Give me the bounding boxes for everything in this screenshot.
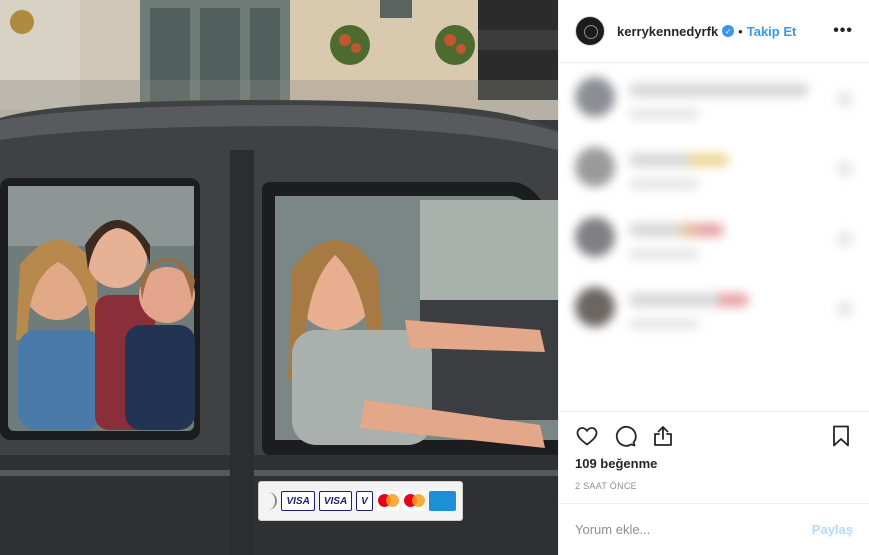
- comment-like-icon: [837, 91, 853, 107]
- more-options-icon[interactable]: •••: [833, 22, 853, 40]
- comment-like-icon: [837, 301, 853, 317]
- maestro-logo: [402, 491, 425, 511]
- visa-electron-card-logo: VISA: [318, 491, 353, 511]
- v-pay-card-logo: V: [356, 491, 373, 511]
- bookmark-icon[interactable]: [829, 424, 853, 448]
- post-side-panel: kerrykennedyrfk ✓ • Takip Et ••• 109 beğ…: [558, 0, 869, 555]
- taxi-photo-illustration: [0, 0, 558, 555]
- comment-icon[interactable]: [613, 424, 637, 448]
- post-timestamp[interactable]: 2 SAAT ÖNCE: [575, 481, 853, 491]
- post-comment-button[interactable]: Paylaş: [812, 522, 853, 537]
- avatar[interactable]: [575, 16, 605, 46]
- post-photo[interactable]: VISA VISA V: [0, 0, 558, 555]
- share-icon[interactable]: [651, 424, 675, 448]
- comment-avatar: [575, 287, 615, 327]
- mastercard-logo: [376, 491, 399, 511]
- comment-avatar: [575, 217, 615, 257]
- comment-avatar: [575, 147, 615, 187]
- instagram-post: VISA VISA V kerrykennedyrfk ✓ • Takip Et…: [0, 0, 869, 555]
- action-icons-row: [575, 420, 853, 452]
- comment-item: [575, 77, 853, 147]
- post-header: kerrykennedyrfk ✓ • Takip Et •••: [559, 0, 869, 63]
- comment-item: [575, 217, 853, 287]
- post-actions: 109 beğenme 2 SAAT ÖNCE: [559, 411, 869, 491]
- visa-card-logo: VISA: [281, 491, 315, 511]
- amex-card-logo: [428, 491, 456, 511]
- payment-cards-sticker: VISA VISA V: [258, 481, 463, 521]
- comments-list[interactable]: [559, 63, 869, 411]
- follow-button[interactable]: Takip Et: [747, 24, 797, 39]
- separator-dot: •: [738, 23, 743, 39]
- verified-badge-icon: ✓: [722, 25, 735, 37]
- comment-item: [575, 287, 853, 357]
- comment-like-icon: [837, 231, 853, 247]
- comment-like-icon: [837, 161, 853, 177]
- comment-avatar: [575, 77, 615, 117]
- comment-item: [575, 147, 853, 217]
- heart-icon[interactable]: [575, 424, 599, 448]
- contactless-icon: [265, 492, 278, 510]
- comment-input[interactable]: [575, 522, 812, 537]
- likes-count[interactable]: 109 beğenme: [575, 456, 853, 471]
- add-comment-bar: Paylaş: [559, 503, 869, 555]
- username-link[interactable]: kerrykennedyrfk: [617, 24, 718, 39]
